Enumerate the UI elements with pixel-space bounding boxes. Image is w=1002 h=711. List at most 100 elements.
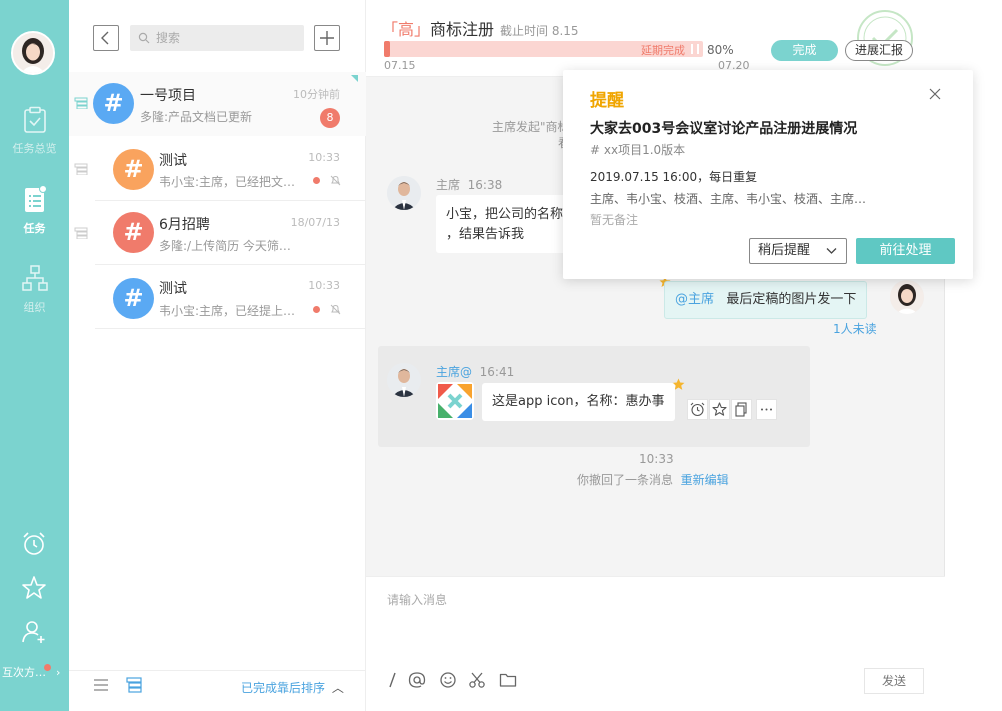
mute-bell-icon [330, 175, 341, 186]
message-text: 这是app icon，名称：惠办事 [492, 394, 665, 409]
add-user-icon[interactable] [20, 618, 48, 646]
message-input[interactable]: 请输入消息 [387, 591, 447, 608]
nav-tasks[interactable]: 任务 [0, 186, 69, 236]
unread-dot [313, 177, 320, 184]
divider [95, 328, 366, 329]
message-bubble[interactable]: 小宝，把公司的名称 ，结果告诉我 [436, 195, 576, 253]
read-status[interactable]: 1人未读 [833, 320, 877, 337]
task-progress-bar: 延期完成 [384, 41, 703, 57]
list-footer: 已完成靠后排序 ︿ [69, 670, 366, 700]
channel-avatar: # [93, 83, 134, 124]
chevron-down-icon [826, 248, 837, 254]
reminder-time: 2019.07.15 16:00，每日重复 [590, 170, 758, 184]
sender-name: 主席 16:38 [436, 178, 503, 192]
star-icon[interactable] [20, 574, 48, 602]
nav-label: 任务 [23, 222, 46, 235]
workspace-switcher[interactable]: 互次方… › [0, 663, 69, 683]
conversation-list-pane: 搜索 # 一号项目 10分钟前 多隆:产品文档已更新 8 # 测试 10:33 … [69, 0, 366, 711]
project-tag[interactable]: # xx项目1.0版本 [590, 141, 685, 158]
list-item[interactable]: # 一号项目 10分钟前 多隆:产品文档已更新 8 [69, 72, 366, 136]
priority-label: 「高」 [382, 20, 431, 39]
unread-badge: 8 [320, 108, 340, 128]
emoji-icon[interactable] [439, 671, 457, 689]
complete-button[interactable]: 完成 [771, 40, 838, 61]
search-input[interactable]: 搜索 [130, 25, 304, 51]
avatar[interactable] [387, 176, 421, 210]
send-button[interactable]: 发送 [864, 668, 924, 694]
close-icon[interactable] [929, 88, 941, 100]
message-text: 小宝，把公司的名称 [446, 207, 564, 222]
alarm-clock-icon [690, 402, 705, 417]
sort-toggle[interactable]: 已完成靠后排序 ︿ [241, 679, 344, 696]
item-name: 测试 [159, 281, 187, 297]
progress-report-button[interactable]: 进展汇报 [845, 40, 913, 61]
list-view-icon[interactable] [93, 678, 109, 692]
my-avatar[interactable] [890, 280, 924, 314]
favorite-button[interactable] [709, 399, 730, 420]
item-preview: 韦小宝:主席，已经把文… [159, 175, 296, 189]
plus-icon [320, 31, 334, 45]
chevron-left-icon [101, 31, 109, 45]
list-item[interactable]: # 测试 10:33 韦小宝:主席，已经提上… [69, 265, 366, 329]
message-bubble[interactable]: 这是app icon，名称：惠办事 [482, 383, 675, 421]
task-title-row: 「高」商标注册 截止时间 8.15 [382, 16, 579, 40]
remind-later-dropdown[interactable]: 稍后提醒 [749, 238, 847, 264]
deadline: 截止时间 8.15 [500, 24, 579, 38]
chevron-up-icon: ︿ [331, 681, 344, 695]
item-time: 10:33 [308, 279, 340, 292]
task-view-icon[interactable] [126, 677, 142, 693]
task-icon [74, 97, 88, 109]
task-title: 商标注册 [430, 20, 495, 39]
at-mention-icon[interactable] [408, 671, 426, 689]
reminder-heading: 大家去003号会议室讨论产品注册进展情况 [590, 121, 858, 137]
workspace-name: 互次方… [2, 666, 46, 679]
reminder-note: 暂无备注 [590, 213, 639, 227]
time-divider: 10:33 [639, 452, 674, 466]
item-name: 6月招聘 [159, 217, 210, 233]
system-message: 主席发起"商标 [492, 120, 570, 134]
item-time: 10分钟前 [293, 88, 340, 101]
nav-label: 组织 [23, 301, 46, 314]
back-button[interactable] [93, 25, 119, 51]
item-preview: 韦小宝:主席，已经提上… [159, 304, 296, 318]
sender-name: 主席@ 16:41 [436, 365, 515, 379]
go-handle-button[interactable]: 前往处理 [856, 238, 955, 264]
scissors-icon[interactable] [468, 671, 486, 689]
app-sidebar: 任务总览 任务 组织 互次方… › [0, 0, 69, 711]
nav-organization[interactable]: 组织 [0, 265, 69, 315]
my-message-bubble[interactable]: @主席 最后定稿的图片发一下 [664, 281, 868, 319]
mention[interactable]: @主席 [675, 292, 714, 307]
clipboard-check-icon [22, 106, 48, 134]
avatar[interactable] [387, 363, 421, 397]
remind-button[interactable] [687, 399, 708, 420]
recall-notice: 你撤回了一条消息 重新编辑 [577, 473, 729, 487]
message-text: 最后定稿的图片发一下 [726, 292, 857, 307]
chevron-right-icon: › [56, 666, 61, 679]
slash-command-icon[interactable] [384, 671, 402, 689]
folder-icon[interactable] [499, 671, 517, 689]
more-button[interactable] [756, 399, 777, 420]
copy-button[interactable] [731, 399, 752, 420]
add-button[interactable] [314, 25, 340, 51]
item-time: 18/07/13 [290, 216, 340, 229]
item-time: 10:33 [308, 151, 340, 164]
channel-avatar: # [113, 212, 154, 253]
nav-label: 任务总览 [12, 142, 57, 155]
channel-avatar: # [113, 278, 154, 319]
pause-icon[interactable] [691, 44, 699, 54]
remind-later-label: 稍后提醒 [758, 243, 811, 258]
start-date: 07.15 [384, 59, 416, 72]
reedit-link[interactable]: 重新编辑 [681, 473, 729, 487]
alarm-clock-icon[interactable] [20, 530, 48, 558]
task-icon [74, 227, 88, 239]
list-item[interactable]: # 6月招聘 18/07/13 多隆:/上传简历 今天筛… [69, 201, 366, 265]
item-name: 测试 [159, 153, 187, 169]
list-item[interactable]: # 测试 10:33 韦小宝:主席，已经把文… [69, 137, 366, 201]
search-icon [138, 32, 150, 44]
user-avatar[interactable] [11, 31, 55, 75]
mute-bell-icon [330, 304, 341, 315]
nav-task-overview[interactable]: 任务总览 [0, 106, 69, 156]
unread-dot [313, 306, 320, 313]
app-icon-image[interactable] [436, 382, 474, 420]
task-icon [74, 163, 88, 175]
